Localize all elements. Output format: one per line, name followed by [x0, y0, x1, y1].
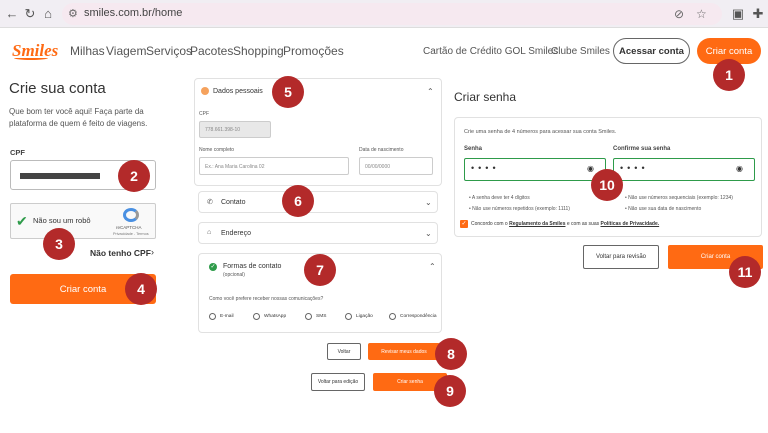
back-button[interactable]: Voltar — [327, 343, 361, 360]
puzzle-icon[interactable]: ✚ — [750, 6, 766, 22]
radio-label: SMS — [316, 314, 327, 319]
regulation-link[interactable]: Regulamento da Smiles — [509, 221, 565, 227]
personal-data-card: Dados pessoais ⌃ CPF 778.661.398-10 Nome… — [194, 78, 442, 186]
nav-viagem[interactable]: Viagem — [106, 44, 146, 58]
url-text: smiles.com.br/home — [84, 7, 183, 19]
password-input[interactable]: •••• ◉ — [464, 158, 606, 181]
password-label: Senha — [464, 146, 483, 152]
radio-whatsapp[interactable] — [253, 313, 260, 320]
recaptcha-brand: reCAPTCHA — [116, 225, 142, 230]
back-to-review-button[interactable]: Voltar para revisão — [583, 245, 659, 269]
cpf-field-label: CPF — [199, 111, 209, 117]
nav-pacotes[interactable]: Pacotes — [190, 44, 233, 58]
extension-icon[interactable]: ▣ — [730, 6, 746, 22]
step-marker-4: 4 — [125, 273, 157, 305]
review-data-button[interactable]: Revisar meus dados — [368, 343, 440, 360]
dob-input[interactable]: 00/00/0000 — [359, 157, 433, 175]
logo-swoosh — [14, 56, 48, 60]
step-marker-1: 1 — [713, 59, 745, 91]
step-marker-11: 11 — [729, 256, 761, 288]
chevron-down-icon[interactable]: ⌄ — [425, 198, 432, 207]
home-icon[interactable]: ⌂ — [40, 6, 56, 22]
contact-title: Contato — [221, 199, 246, 206]
address-title: Endereço — [221, 230, 251, 237]
recaptcha-icon — [123, 208, 139, 222]
confirm-label: Confirme sua senha — [613, 146, 671, 152]
contact-card[interactable]: ✆ Contato ⌄ — [198, 191, 438, 213]
rule-item: • Não use números sequenciais (exemplo: … — [625, 195, 733, 201]
back-icon[interactable]: ← — [4, 6, 20, 22]
privacy-link[interactable]: Políticas de Privacidade. — [601, 221, 660, 227]
radio-email[interactable] — [209, 313, 216, 320]
site-info-icon[interactable]: ⚙ — [68, 7, 78, 20]
step-marker-6: 6 — [282, 185, 314, 217]
cpf-redacted — [20, 173, 100, 179]
recaptcha-links[interactable]: Privacidade - Termos — [113, 232, 149, 236]
chevron-up-icon[interactable]: ⌃ — [429, 262, 436, 271]
star-icon[interactable]: ☆ — [696, 7, 707, 21]
step-marker-8: 8 — [435, 338, 467, 370]
nav-cartao[interactable]: Cartão de Crédito GOL Smiles — [423, 46, 558, 57]
back-to-edit-button[interactable]: Voltar para edição — [311, 373, 365, 391]
name-input[interactable]: Ex.: Ana Maria Carolina 02 — [199, 157, 349, 175]
consent-text: Concordo com o Regulamento da Smiles e c… — [471, 221, 660, 227]
step-marker-3: 3 — [43, 228, 75, 260]
contact-question: Como você prefere receber nossas comunic… — [209, 296, 324, 302]
nav-milhas[interactable]: Milhas — [70, 44, 105, 58]
nav-clube[interactable]: Clube Smiles — [551, 46, 610, 57]
login-button[interactable]: Acessar conta — [613, 38, 690, 64]
rule-item: • Não use números repetidos (exemplo: 11… — [469, 206, 570, 212]
chevron-up-icon[interactable]: ⌃ — [427, 87, 434, 96]
dob-label: Data de nascimento — [359, 147, 404, 153]
step-marker-2: 2 — [118, 160, 150, 192]
eye-icon[interactable]: ◉ — [587, 164, 594, 173]
radio-correspondencia[interactable] — [389, 313, 396, 320]
page-title: Crie sua conta — [9, 80, 106, 97]
address-card[interactable]: ⌂ Endereço ⌄ — [198, 222, 438, 244]
user-icon — [201, 87, 209, 95]
rule-item: • Não use sua data de nascimento — [625, 206, 702, 212]
consent-checkbox[interactable]: ✓ — [460, 220, 468, 228]
reload-icon[interactable]: ↻ — [22, 6, 38, 22]
name-label: Nome completo — [199, 147, 235, 153]
radio-ligacao[interactable] — [345, 313, 352, 320]
chevron-down-icon[interactable]: ⌄ — [425, 229, 432, 238]
no-cpf-link[interactable]: Não tenho CPF — [90, 248, 151, 258]
step-marker-7: 7 — [304, 254, 336, 286]
personal-data-title: Dados pessoais — [213, 88, 263, 95]
phone-icon: ✆ — [207, 199, 213, 206]
radio-sms[interactable] — [305, 313, 312, 320]
radio-label: E-mail — [220, 314, 234, 319]
nav-promocoes[interactable]: Promoções — [283, 44, 344, 58]
house-icon: ⌂ — [207, 229, 212, 236]
password-title: Criar senha — [454, 90, 517, 104]
cpf-label: CPF — [10, 148, 25, 157]
step-marker-5: 5 — [272, 76, 304, 108]
nav-shopping[interactable]: Shopping — [233, 44, 284, 58]
captcha-label: Não sou um robô — [33, 216, 91, 225]
intro-text: Que bom ter você aqui! Faça parte da pla… — [9, 107, 148, 128]
radio-label: Correspondência — [400, 314, 437, 319]
address-bar[interactable]: ⚙ smiles.com.br/home ⊘ ☆ — [62, 3, 722, 25]
radio-label: WhatsApp — [264, 314, 287, 319]
check-circle-icon: ✓ — [209, 263, 217, 271]
cpf-field: 778.661.398-10 — [199, 121, 271, 138]
chevron-right-icon: › — [151, 247, 154, 257]
eye-icon[interactable]: ◉ — [736, 164, 743, 173]
password-instructions: Crie uma senha de 4 números para acessar… — [464, 129, 617, 135]
recaptcha-widget: ✔ Não sou um robô reCAPTCHA Privacidade … — [10, 203, 156, 239]
contact-forms-title: Formas de contato — [223, 263, 282, 270]
eye-off-icon[interactable]: ⊘ — [674, 7, 684, 21]
checkmark-icon[interactable]: ✔ — [16, 213, 28, 230]
nav-servicos[interactable]: Serviços — [146, 44, 192, 58]
rule-item: • A senha deve ter 4 dígitos — [469, 195, 530, 201]
step-marker-10: 10 — [591, 169, 623, 201]
confirm-password-input[interactable]: •••• ◉ — [613, 158, 755, 181]
browser-toolbar: ← ↻ ⌂ ⚙ smiles.com.br/home ⊘ ☆ ▣ ✚ — [0, 0, 768, 28]
contact-forms-subtitle: (opcional) — [223, 272, 245, 278]
radio-label: Ligação — [356, 314, 373, 319]
step-marker-9: 9 — [434, 375, 466, 407]
